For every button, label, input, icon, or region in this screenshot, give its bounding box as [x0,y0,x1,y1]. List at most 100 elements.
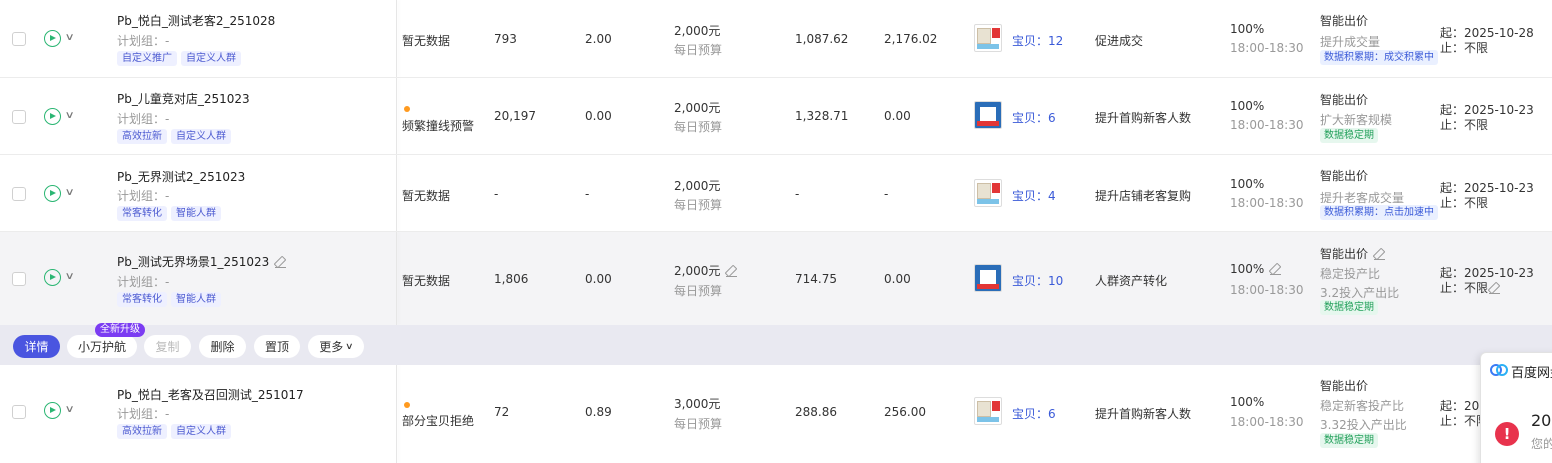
metric-3: 288.86 [795,405,837,419]
budget-value: 2,000元 [674,262,738,279]
table-row[interactable]: ∨ Pb_悦白_测试老客2_251028 计划组：- 自定义推广 自定义人群 暂… [0,0,1552,78]
new-upgrade-badge: 全新升级 [95,323,145,337]
guard-button[interactable]: 小万护航 [67,335,137,358]
play-icon[interactable] [44,269,61,286]
edit-pencil-icon[interactable] [1489,283,1501,294]
plan-group: 计划组：- [117,34,170,48]
tag: 自定义人群 [171,129,231,144]
percent-value: 100% [1230,262,1282,276]
end-date: 止：不限 [1440,118,1489,132]
bid-strategy: 智能出价 [1320,245,1386,262]
fixed-column-divider [396,232,397,325]
plan-group: 计划组：- [117,275,170,289]
edit-pencil-icon[interactable] [1374,249,1386,260]
table-row[interactable]: ∨ Pb_悦白_老客及召回测试_251017 计划组：- 高效拉新 自定义人群 … [0,365,1552,463]
edit-pencil-icon[interactable] [726,266,738,277]
tag-list: 高效拉新 自定义人群 [117,424,231,439]
status-badge: 数据稳定期 [1320,128,1378,143]
row-checkbox[interactable] [12,405,26,419]
status-text: 暂无数据 [402,189,451,203]
percent-value: 100% [1230,177,1265,191]
status-badge: 数据稳定期 [1320,300,1378,315]
goal-text: 提升首购新客人数 [1095,111,1192,125]
edit-pencil-icon[interactable] [275,257,287,268]
budget-label: 每日预算 [674,43,723,57]
plan-name[interactable]: Pb_悦白_老客及召回测试_251017 [117,386,304,403]
plan-name[interactable]: Pb_无界测试2_251023 [117,168,245,185]
row-checkbox[interactable] [12,272,26,286]
play-icon[interactable] [44,108,61,125]
items-count-link[interactable]: 宝贝：4 [1012,187,1056,204]
warning-dot-icon [404,106,410,112]
popup-title: 百度网盘 [1511,366,1552,381]
detail-button[interactable]: 详情 [13,335,60,358]
play-icon[interactable] [44,185,61,202]
row-checkbox[interactable] [12,32,26,46]
play-icon[interactable] [44,402,61,419]
cloud-logo-icon [1490,364,1508,376]
product-thumbnail[interactable] [974,24,1002,52]
bid-goal: 提升老客成交量 [1320,191,1405,205]
product-thumbnail[interactable] [974,397,1002,425]
percent-value: 100% [1230,22,1265,36]
chevron-down-icon[interactable]: ∨ [65,187,75,198]
plan-name[interactable]: Pb_悦白_测试老客2_251028 [117,12,275,29]
plan-group: 计划组：- [117,112,170,126]
fixed-column-divider [396,365,397,463]
more-button[interactable]: 更多 ∨ [308,335,364,358]
chevron-down-icon[interactable]: ∨ [65,110,75,121]
percent-value: 100% [1230,395,1265,409]
time-range: 18:00-18:30 [1230,283,1304,297]
bid-strategy: 智能出价 [1320,14,1369,28]
edit-pencil-icon[interactable] [1270,264,1282,275]
budget-label: 每日预算 [674,120,723,134]
notification-popup[interactable]: 百度网盘 ! 205 您的 [1480,352,1552,463]
product-thumbnail[interactable] [974,264,1002,292]
tag-list: 自定义推广 自定义人群 [117,51,241,66]
time-range: 18:00-18:30 [1230,196,1304,210]
status-text: 部分宝贝拒绝 [402,414,475,428]
chevron-down-icon[interactable]: ∨ [65,32,75,43]
chevron-down-icon[interactable]: ∨ [65,404,75,415]
pin-top-button[interactable]: 置顶 [254,335,300,358]
table-row[interactable]: ∨ Pb_儿童竞对店_251023 计划组：- 高效拉新 自定义人群 频繁撞线预… [0,78,1552,155]
metric-3: 714.75 [795,272,837,286]
chevron-down-icon: ∨ [345,341,354,352]
delete-button[interactable]: 删除 [199,335,246,358]
product-thumbnail[interactable] [974,101,1002,129]
metric-3: - [795,187,800,201]
time-range: 18:00-18:30 [1230,118,1304,132]
items-count-link[interactable]: 宝贝：6 [1012,405,1056,422]
status-text: 暂无数据 [402,274,451,288]
plan-name[interactable]: Pb_测试无界场景1_251023 [117,253,287,270]
chevron-down-icon[interactable]: ∨ [65,271,75,282]
metric-1: 20,197 [494,109,536,123]
tag: 自定义推广 [117,51,177,66]
product-thumbnail[interactable] [974,179,1002,207]
copy-button[interactable]: 复制 [144,335,191,358]
metric-4: - [884,187,889,201]
time-range: 18:00-18:30 [1230,415,1304,429]
bid-goal: 扩大新客规模 [1320,113,1393,127]
plan-name[interactable]: Pb_儿童竞对店_251023 [117,90,250,107]
row-checkbox[interactable] [12,187,26,201]
metric-4: 2,176.02 [884,32,938,46]
time-range: 18:00-18:30 [1230,41,1304,55]
table-row[interactable]: ∨ Pb_测试无界场景1_251023 计划组：- 常客转化 智能人群 暂无数据… [0,232,1552,325]
metric-1: 1,806 [494,272,529,286]
end-date: 止：不限 [1440,41,1489,55]
items-count-link[interactable]: 宝贝：12 [1012,32,1063,49]
items-count-link[interactable]: 宝贝：10 [1012,272,1063,289]
end-date: 止：不限 [1440,196,1489,210]
row-checkbox[interactable] [12,110,26,124]
play-icon[interactable] [44,30,61,47]
bid-target-roi: 3.32投入产出比 [1320,418,1407,432]
tag: 常客转化 [117,206,167,221]
table-row[interactable]: ∨ Pb_无界测试2_251023 计划组：- 常客转化 智能人群 暂无数据 -… [0,155,1552,232]
items-count-link[interactable]: 宝贝：6 [1012,109,1056,126]
status-badge: 数据积累期：点击加速中 [1320,205,1438,220]
plan-group: 计划组：- [117,407,170,421]
metric-2: 0.00 [585,272,612,286]
metric-3: 1,087.62 [795,32,849,46]
metric-4: 0.00 [884,272,911,286]
